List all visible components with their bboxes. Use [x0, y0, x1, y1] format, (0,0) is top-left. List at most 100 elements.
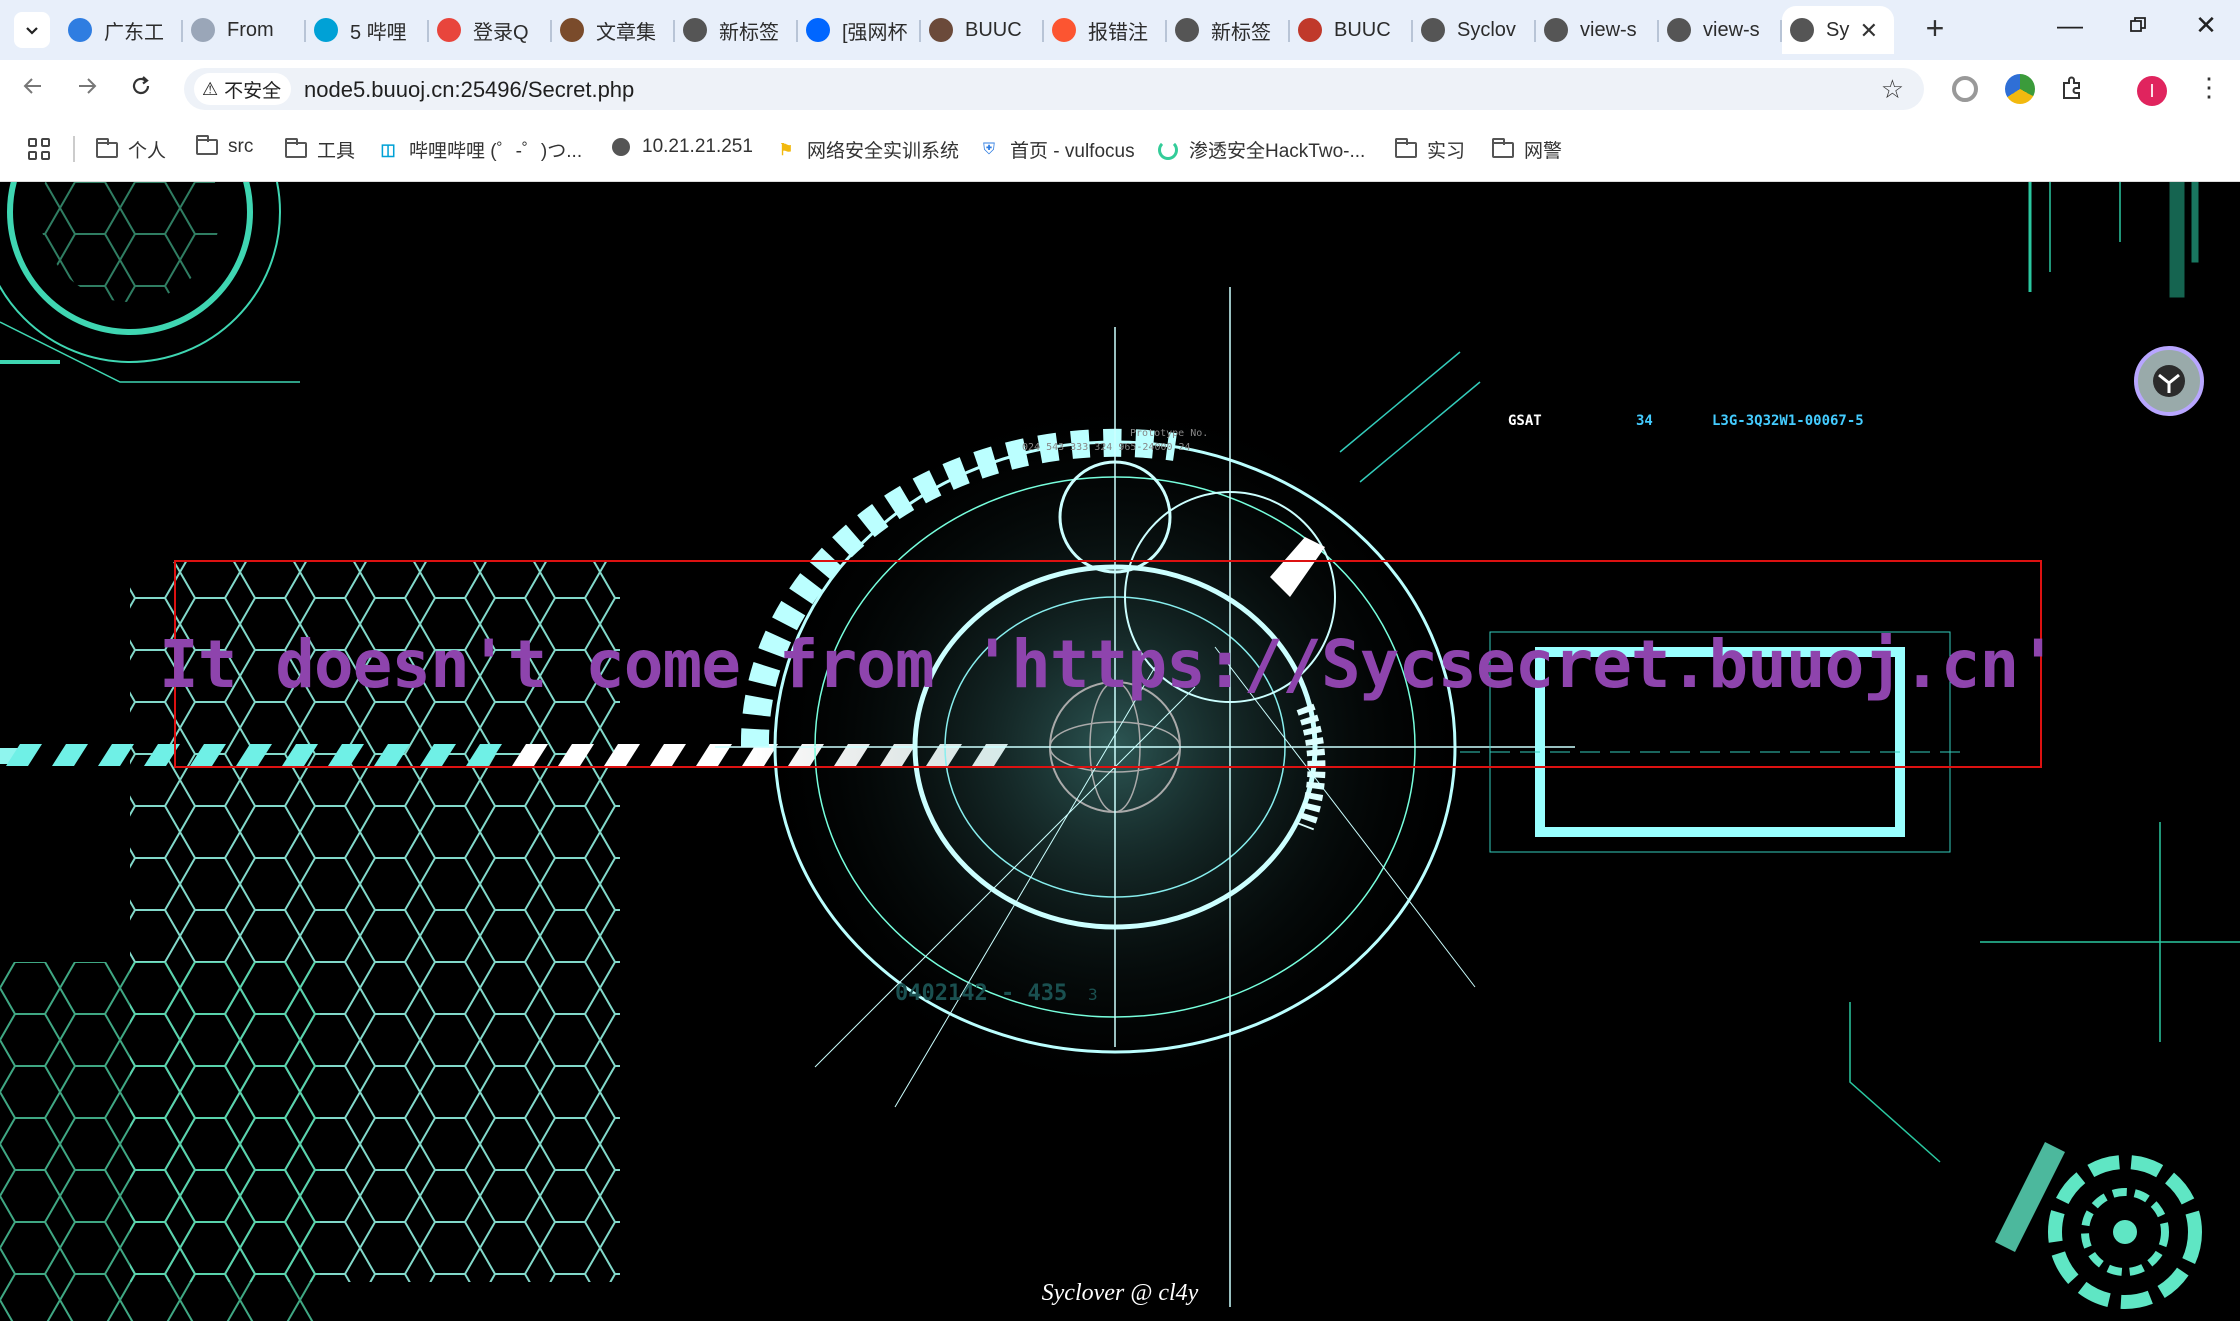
hud-small-label: Prototype No. — [1130, 428, 1208, 439]
close-icon[interactable]: ✕ — [1860, 18, 1878, 44]
hud-code-label: 024 543 333 324 965-24000 24 — [1022, 442, 1191, 453]
menu-kebab-icon[interactable]: ⋮ — [2196, 72, 2222, 103]
radar-top-left — [0, 182, 300, 383]
tab-title: BUUC — [1334, 18, 1391, 41]
arrow-left-icon — [23, 78, 41, 94]
extension-circle-icon[interactable] — [1952, 76, 1978, 102]
bookmark-label: 首页 - vulfocus — [1010, 141, 1135, 162]
back-button[interactable] — [18, 74, 48, 104]
address-bar[interactable]: ⚠ 不安全 node5.buuoj.cn:25496/Secret.php ☆ — [184, 68, 1924, 110]
lines-top-right — [2028, 182, 2199, 298]
tab-title: From — [227, 18, 274, 41]
extension-globe-icon[interactable] — [2005, 74, 2035, 104]
chrome-icon — [437, 18, 461, 42]
tab-13[interactable]: view-s — [1659, 6, 1782, 54]
extensions-puzzle-icon[interactable] — [2058, 74, 2088, 104]
tab-2[interactable]: 5 哔哩 — [306, 6, 429, 54]
buu-red-icon — [1298, 18, 1322, 42]
bookmark-9[interactable]: 网警 — [1492, 136, 1562, 163]
folder-icon — [196, 135, 218, 158]
emblem-bottom-right — [1995, 1142, 2202, 1309]
tab-title: view-s — [1703, 18, 1760, 41]
bookmark-6[interactable]: ⛨ 首页 - vulfocus — [978, 136, 1135, 163]
globe-icon — [1421, 18, 1445, 42]
bookmark-7[interactable]: 渗透安全HackTwo-... — [1157, 136, 1365, 163]
reload-icon — [132, 76, 150, 95]
page-footer: Syclover @ cl4y — [1041, 1280, 1199, 1306]
new-tab-button[interactable]: + — [1918, 12, 1952, 46]
tab-1[interactable]: From — [183, 6, 306, 54]
tab-11[interactable]: Syclov — [1413, 6, 1536, 54]
tab-search-button[interactable] — [14, 12, 50, 48]
warning-icon: ⚠ — [202, 78, 219, 99]
bookmark-5[interactable]: ⚑ 网络安全实训系统 — [775, 136, 959, 163]
restore-button[interactable] — [2118, 10, 2158, 41]
tab-title: 登录Q — [473, 21, 529, 44]
chevron-down-icon — [26, 27, 38, 35]
tab-title: Syclov — [1457, 18, 1516, 41]
url-text[interactable]: node5.buuoj.cn:25496/Secret.php — [304, 77, 634, 103]
tab-7[interactable]: BUUC — [921, 6, 1044, 54]
hud-label-right: L3G-3Q32W1-00067-5 — [1712, 413, 1864, 429]
tab-title: 5 哔哩 — [350, 21, 407, 44]
bookmark-8[interactable]: 实习 — [1395, 136, 1465, 163]
chrome-gray-icon — [683, 18, 707, 42]
restore-icon — [2130, 17, 2146, 32]
bookmark-label: 哔哩哔哩 (゜-゜)つ... — [409, 141, 583, 162]
hud-bottom-suffix: 3 — [1088, 985, 1098, 1004]
zhihu-icon — [806, 18, 830, 42]
tab-4[interactable]: 文章集 — [552, 6, 675, 54]
globe-blue-icon — [68, 18, 92, 42]
security-label: 不安全 — [224, 80, 282, 102]
tab-strip: 广东工 From 5 哔哩 登录Q 文章集 新标签 [强网杯 BUUC 报错注 新标签 BUUC Sy… — [0, 0, 2240, 60]
bookmark-label: 网警 — [1524, 141, 1563, 162]
bookmark-3[interactable]: ◫ 哔哩哔哩 (゜-゜)つ... — [377, 136, 582, 163]
tab-title: 广东工 — [104, 21, 164, 44]
tab-title: 文章集 — [596, 21, 656, 44]
hud-label-mid: 34 — [1636, 413, 1653, 429]
buu-icon — [929, 18, 953, 42]
page-content: GSAT 34 L3G-3Q32W1-00067-5 Prototype No.… — [0, 182, 2240, 1321]
tab-3[interactable]: 登录Q — [429, 6, 552, 54]
tab-8[interactable]: 报错注 — [1044, 6, 1167, 54]
tab-title: 报错注 — [1088, 21, 1148, 44]
hud-label-left: GSAT — [1508, 413, 1542, 429]
forward-button[interactable] — [72, 74, 102, 104]
security-chip[interactable]: ⚠ 不安全 — [194, 73, 292, 105]
globe-icon — [1544, 18, 1568, 42]
minimize-button[interactable]: — — [2050, 10, 2090, 41]
vulfocus-icon: ⛨ — [982, 140, 995, 158]
bookmarks-bar: 个人 src 工具 ◫ 哔哩哔哩 (゜-゜)つ... 10.21.21.251 ⚑ 网络安全实… — [0, 118, 2240, 182]
tab-6[interactable]: [强网杯 — [798, 6, 921, 54]
article-icon — [560, 18, 584, 42]
profile-avatar[interactable]: I — [2137, 76, 2167, 106]
bookmark-2[interactable]: 工具 — [285, 136, 355, 163]
bookmark-0[interactable]: 个人 — [96, 136, 166, 163]
apps-grid-icon[interactable] — [28, 138, 50, 160]
tab-0[interactable]: 广东工 — [60, 6, 183, 54]
bookmark-4[interactable]: 10.21.21.251 — [610, 136, 753, 158]
close-window-button[interactable]: ✕ — [2186, 10, 2226, 41]
side-floating-badge[interactable] — [2134, 346, 2204, 416]
hud-bottom-label: 0402142 - 435 — [895, 981, 1067, 1006]
bookmark-star-icon[interactable]: ☆ — [1881, 74, 1904, 105]
bookmark-label: 网络安全实训系统 — [807, 141, 960, 162]
globe-icon — [1667, 18, 1691, 42]
bookmark-1[interactable]: src — [196, 135, 254, 158]
bookmarks-divider — [73, 136, 75, 162]
tab-5[interactable]: 新标签 — [675, 6, 798, 54]
tab-9[interactable]: 新标签 — [1167, 6, 1290, 54]
tab-10[interactable]: BUUC — [1290, 6, 1413, 54]
globe-icon — [1790, 18, 1814, 42]
tab-12[interactable]: view-s — [1536, 6, 1659, 54]
folder-icon — [285, 137, 307, 161]
reload-button[interactable] — [126, 74, 156, 104]
arrow-right-icon — [79, 78, 97, 94]
stripe-segment — [98, 744, 134, 766]
tab-title: BUUC — [965, 18, 1022, 41]
bookmark-label: src — [228, 136, 254, 157]
bilibili-icon: ◫ — [380, 141, 396, 159]
bookmark-label: 工具 — [317, 141, 356, 162]
tab-title: [强网杯 — [842, 21, 908, 44]
tab-active[interactable]: Sy ✕ — [1782, 6, 1894, 54]
